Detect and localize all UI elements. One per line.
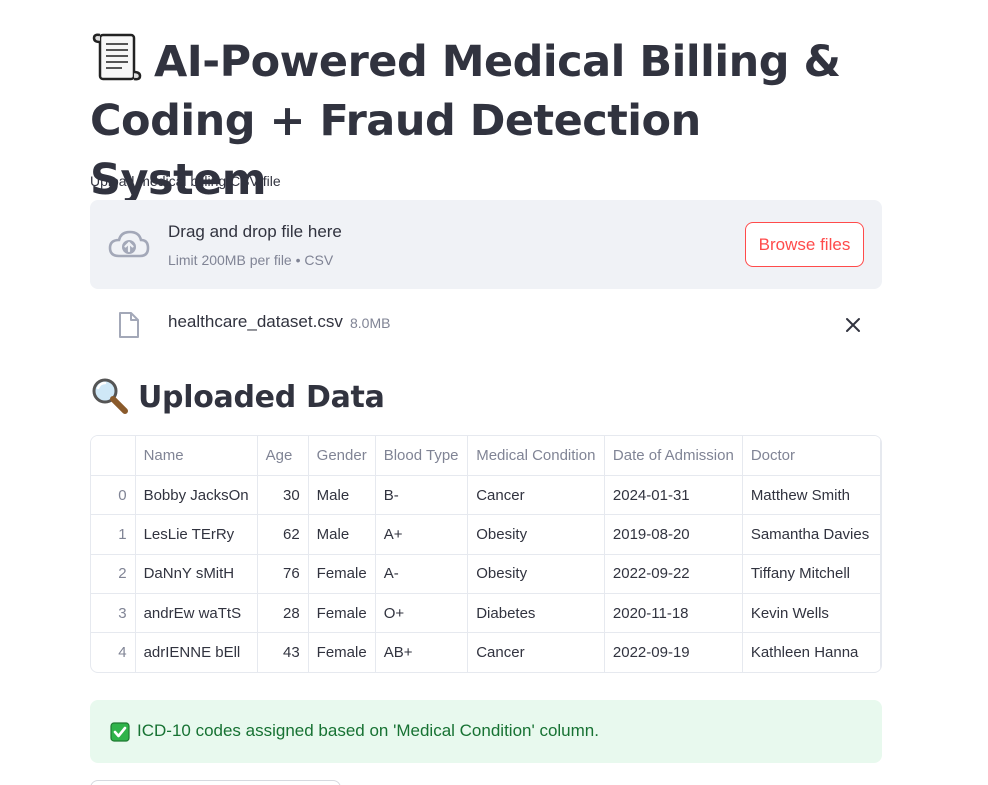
- success-message: ICD-10 codes assigned based on 'Medical …: [137, 721, 599, 740]
- table-cell[interactable]: B-: [375, 475, 469, 516]
- file-icon: [118, 311, 140, 339]
- column-header[interactable]: Age: [257, 436, 309, 476]
- table-cell[interactable]: andrEw waTtS: [135, 593, 258, 634]
- table-cell[interactable]: Bobby JacksOn: [135, 475, 258, 516]
- table-cell[interactable]: 3: [91, 593, 136, 634]
- table-cell[interactable]: Kathleen Hanna: [742, 632, 881, 672]
- table-cell[interactable]: 62: [257, 514, 309, 555]
- table-cell[interactable]: 2: [91, 554, 136, 595]
- table-cell[interactable]: 2020-11-18: [604, 593, 743, 634]
- table-cell[interactable]: 0: [91, 475, 136, 516]
- close-icon[interactable]: [844, 316, 862, 334]
- uploaded-data-title: Uploaded Data: [138, 380, 385, 415]
- column-header[interactable]: Blood Type: [375, 436, 469, 476]
- table-cell[interactable]: Cancer: [467, 475, 605, 516]
- column-header[interactable]: Doctor: [742, 436, 881, 476]
- table-row: 0 Bobby JacksOn 30 Male B- Cancer 2024-0…: [91, 475, 881, 516]
- table-row: 2 DaNnY sMitH 76 Female A- Obesity 2022-…: [91, 554, 881, 595]
- table-cell[interactable]: 28: [257, 593, 309, 634]
- success-alert: ICD-10 codes assigned based on 'Medical …: [90, 700, 882, 763]
- file-size: 8.0MB: [350, 315, 391, 331]
- table-cell[interactable]: 30: [257, 475, 309, 516]
- table-cell[interactable]: adrIENNE bEll: [135, 632, 258, 672]
- table-cell[interactable]: Obesity: [467, 514, 605, 555]
- table-cell[interactable]: 76: [257, 554, 309, 595]
- table-row: 1 LesLie TErRy 62 Male A+ Obesity 2019-0…: [91, 514, 881, 555]
- dropzone-title: Drag and drop file here: [168, 222, 342, 241]
- table-cell[interactable]: Cancer: [467, 632, 605, 672]
- table-cell[interactable]: Male: [308, 475, 376, 516]
- file-dropzone[interactable]: Drag and drop file here Limit 200MB per …: [90, 200, 882, 289]
- table-cell[interactable]: 2024-01-31: [604, 475, 743, 516]
- table-header-row: Name Age Gender Blood Type Medical Condi…: [91, 436, 881, 476]
- uploaded-data-heading: Uploaded Data: [90, 376, 385, 415]
- browse-files-button[interactable]: Browse files: [745, 222, 864, 267]
- column-header[interactable]: Gender: [308, 436, 376, 476]
- table-cell[interactable]: 1: [91, 514, 136, 555]
- table-cell[interactable]: Female: [308, 632, 376, 672]
- table-cell[interactable]: Diabetes: [467, 593, 605, 634]
- table-cell[interactable]: Samantha Davies: [742, 514, 881, 555]
- table-cell[interactable]: 2022-09-22: [604, 554, 743, 595]
- next-element-partial: [90, 780, 341, 785]
- table-row: 4 adrIENNE bEll 43 Female AB+ Cancer 202…: [91, 632, 881, 672]
- table-cell[interactable]: DaNnY sMitH: [135, 554, 258, 595]
- table-cell[interactable]: 4: [91, 632, 136, 672]
- table-row: 3 andrEw waTtS 28 Female O+ Diabetes 202…: [91, 593, 881, 634]
- table-cell[interactable]: Female: [308, 554, 376, 595]
- column-header[interactable]: Name: [135, 436, 258, 476]
- table-cell[interactable]: AB+: [375, 632, 469, 672]
- file-name: healthcare_dataset.csv: [168, 312, 343, 331]
- table-cell[interactable]: A-: [375, 554, 469, 595]
- uploaded-file-row: healthcare_dataset.csv 8.0MB: [90, 300, 882, 350]
- scroll-icon: [90, 32, 144, 82]
- column-header[interactable]: [91, 436, 136, 476]
- table-cell[interactable]: 2022-09-19: [604, 632, 743, 672]
- table-cell[interactable]: O+: [375, 593, 469, 634]
- column-header[interactable]: Date of Admission: [604, 436, 743, 476]
- upload-label: Upload medical billing CSV file: [90, 173, 281, 189]
- table-cell[interactable]: Male: [308, 514, 376, 555]
- dropzone-limit: Limit 200MB per file • CSV: [168, 252, 334, 268]
- table-cell[interactable]: Matthew Smith: [742, 475, 881, 516]
- table-cell[interactable]: Obesity: [467, 554, 605, 595]
- data-table[interactable]: Name Age Gender Blood Type Medical Condi…: [90, 435, 882, 673]
- table-cell[interactable]: Tiffany Mitchell: [742, 554, 881, 595]
- table-cell[interactable]: 2019-08-20: [604, 514, 743, 555]
- cloud-upload-icon: [108, 228, 150, 260]
- check-mark-icon: [110, 722, 130, 742]
- table-cell[interactable]: 43: [257, 632, 309, 672]
- table-cell[interactable]: Female: [308, 593, 376, 634]
- table-cell[interactable]: LesLie TErRy: [135, 514, 258, 555]
- table-cell[interactable]: Kevin Wells: [742, 593, 881, 634]
- table-cell[interactable]: A+: [375, 514, 469, 555]
- column-header[interactable]: Medical Condition: [467, 436, 605, 476]
- magnifying-glass-icon: [90, 376, 130, 414]
